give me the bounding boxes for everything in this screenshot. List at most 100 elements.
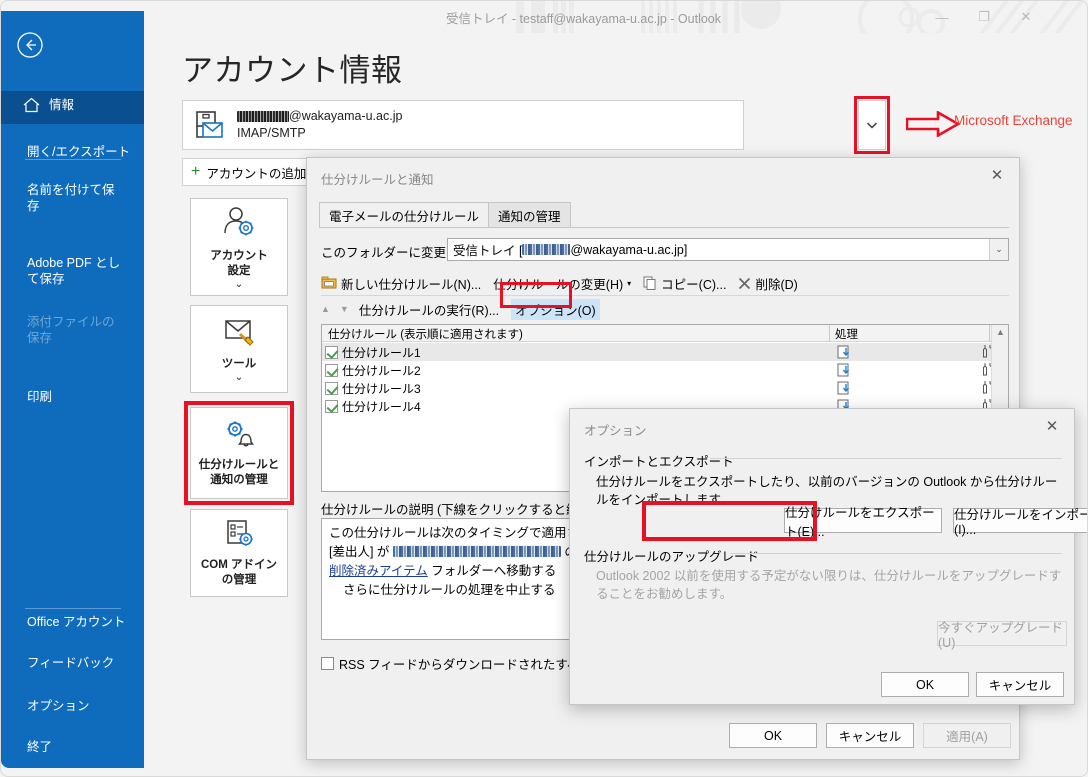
close-icon[interactable]: ✕	[975, 158, 1019, 192]
rule-name: 仕分けルール2	[342, 363, 421, 378]
tile-manage-com-addins[interactable]: COM アドイン の管理	[190, 509, 288, 597]
command-label: 新しい仕分けルール(N)...	[341, 277, 482, 292]
sidebar-item-label: 開く/エクスポート	[27, 145, 131, 159]
mail-account-icon	[193, 108, 227, 142]
close-icon[interactable]: ✕	[1030, 409, 1074, 443]
rule-checkbox[interactable]	[325, 345, 338, 359]
sidebar-item-label: 印刷	[27, 390, 53, 404]
table-row[interactable]: 仕分けルール1	[322, 343, 994, 362]
sidebar-item-options[interactable]: オプション	[1, 692, 144, 720]
close-window-button[interactable]: ✕	[1005, 1, 1047, 33]
options-dialog: オプション ✕ インポートとエクスポート 仕分けルールをエクスポートしたり、以前…	[569, 408, 1087, 705]
sidebar-divider	[25, 159, 121, 160]
sidebar-item-office-account[interactable]: Office アカウント	[1, 608, 144, 636]
exchange-annotation-label: Microsoft Exchange	[954, 113, 1073, 128]
rules-dialog-titlebar: 仕分けルールと通知 ✕	[307, 158, 1019, 196]
account-email-domain: @wakayama-u.ac.jp	[289, 109, 403, 123]
minimize-button[interactable]: —	[921, 1, 963, 33]
rules-command-bar: 新しい仕分けルール(N)... 仕分けルールの変更(H) ▾ コピー(C)...	[319, 272, 1009, 320]
folder-combo[interactable]: 受信トレイ [@wakayama-u.ac.jp] ⌄	[447, 238, 1009, 261]
chevron-down-icon[interactable]: ⌄	[989, 239, 1008, 260]
tile-manage-rules-alerts[interactable]: 仕分けルールと 通知の管理	[190, 407, 288, 499]
tile-account-settings[interactable]: アカウント 設定 ⌄	[190, 198, 288, 296]
rules-ok-button[interactable]: OK	[729, 723, 817, 748]
rule-checkbox[interactable]	[325, 381, 338, 395]
deleted-items-folder-link[interactable]: 削除済みアイテム	[329, 564, 428, 578]
rules-command-row-1: 新しい仕分けルール(N)... 仕分けルールの変更(H) ▾ コピー(C)...	[321, 272, 810, 294]
tile-label-line2: 通知の管理	[210, 474, 268, 486]
tile-label-line1: アカウント	[210, 250, 268, 262]
copy-icon	[643, 276, 657, 290]
chevron-down-icon	[867, 121, 877, 129]
delete-rule-button[interactable]: 削除(D)	[738, 274, 798, 293]
tile-label-line1: ツール	[221, 357, 257, 370]
move-to-folder-icon	[837, 345, 851, 362]
account-settings-icon	[219, 205, 259, 244]
redacted-mailbox-name	[522, 244, 571, 255]
rss-checkbox[interactable]	[321, 657, 334, 670]
tab-manage-alerts[interactable]: 通知の管理	[488, 202, 571, 228]
options-ok-button[interactable]: OK	[881, 672, 969, 697]
sidebar-item-print[interactable]: 印刷	[1, 383, 144, 411]
account-summary: @wakayama-u.ac.jp IMAP/SMTP	[182, 100, 744, 150]
export-rules-button[interactable]: 仕分けルールをエクスポート(E)...	[784, 506, 942, 539]
options-dialog-title: オプション	[584, 424, 647, 438]
run-rules-now-button[interactable]: 仕分けルールの実行(R)...	[359, 300, 499, 319]
move-rule-down-button[interactable]: ▼	[340, 304, 349, 314]
account-email: @wakayama-u.ac.jp	[237, 108, 402, 125]
table-row[interactable]: 仕分けルール2	[322, 361, 994, 380]
chevron-down-icon: ⌄	[234, 371, 244, 383]
rules-tab-strip: 電子メールの仕分けルール 通知の管理	[319, 202, 571, 228]
rule-name: 仕分けルール3	[342, 381, 421, 396]
rule-name: 仕分けルール4	[342, 399, 421, 414]
account-type: IMAP/SMTP	[237, 126, 306, 140]
copy-rule-button[interactable]: コピー(C)...	[643, 274, 726, 293]
sidebar-item-save-as[interactable]: 名前を付けて保存	[1, 176, 121, 220]
sidebar-item-open-export[interactable]: 開く/エクスポート	[1, 138, 144, 166]
command-label: 仕分けルールの変更(H)	[493, 277, 624, 292]
rules-list-header: 仕分けルール (表示順に適用されます) 処理	[322, 325, 1008, 342]
column-header-rule: 仕分けルール (表示順に適用されます)	[322, 325, 830, 342]
import-export-group-title: インポートとエクスポート	[584, 451, 740, 470]
redacted-sender-address	[392, 546, 561, 557]
move-to-folder-icon	[837, 363, 851, 380]
description-line-3-rest: フォルダーへ移動する	[427, 564, 557, 578]
options-cancel-button[interactable]: キャンセル	[976, 672, 1064, 697]
tile-label-line2: 設定	[227, 265, 251, 277]
upgrade-now-button: 今すぐアップグレード(U)	[937, 621, 1067, 650]
sidebar-item-label: 名前を付けて保存	[27, 183, 115, 213]
upgrade-description: Outlook 2002 以前を使用する予定がない限りは、仕分けルールをアップグ…	[596, 569, 1062, 601]
sidebar-item-save-as-adobe-pdf[interactable]: Adobe PDF として保存	[1, 249, 123, 293]
import-rules-button[interactable]: 仕分けルールをインポート(I)...	[953, 508, 1087, 537]
sidebar-item-label: オプション	[27, 699, 90, 713]
move-to-folder-icon	[837, 381, 851, 398]
tile-tools[interactable]: ツール ⌄	[190, 305, 288, 393]
tile-label-line1: 仕分けルールと	[198, 459, 280, 471]
rule-checkbox[interactable]	[325, 399, 338, 413]
folder-value-prefix: 受信トレイ [	[453, 244, 523, 258]
rule-checkbox[interactable]	[325, 363, 338, 377]
maximize-button[interactable]: ❐	[963, 1, 1005, 33]
change-rule-button[interactable]: 仕分けルールの変更(H) ▾	[493, 274, 631, 293]
back-arrow-icon[interactable]	[13, 28, 47, 62]
tile-label-line1: COM アドイン	[200, 559, 278, 571]
rules-options-button[interactable]: オプション(O)	[511, 298, 600, 320]
table-row[interactable]: 仕分けルール3	[322, 379, 994, 398]
account-dropdown-button[interactable]	[858, 100, 886, 150]
tab-label: 通知の管理	[498, 209, 561, 224]
title-bar: 受信トレイ - testaff@wakayama-u.ac.jp - Outlo…	[1, 1, 1087, 33]
new-rule-button[interactable]: 新しい仕分けルール(N)...	[321, 274, 481, 293]
sidebar-item-feedback[interactable]: フィードバック	[1, 649, 144, 677]
command-label: 仕分けルールの実行(R)...	[358, 303, 500, 318]
scroll-up-icon[interactable]: ▲	[996, 327, 1005, 337]
command-label: オプション(O)	[515, 303, 596, 318]
rules-dialog-title: 仕分けルールと通知	[321, 173, 434, 187]
rules-cancel-button[interactable]: キャンセル	[826, 723, 914, 748]
tab-email-rules[interactable]: 電子メールの仕分けルール	[319, 202, 490, 228]
redacted-email-local	[237, 111, 289, 122]
tile-label-line2: の管理	[221, 574, 257, 586]
delete-x-icon	[738, 277, 751, 290]
sidebar-item-exit[interactable]: 終了	[1, 733, 144, 761]
move-rule-up-button[interactable]: ▲	[321, 304, 330, 314]
sidebar-item-info[interactable]: 情報	[1, 91, 144, 124]
